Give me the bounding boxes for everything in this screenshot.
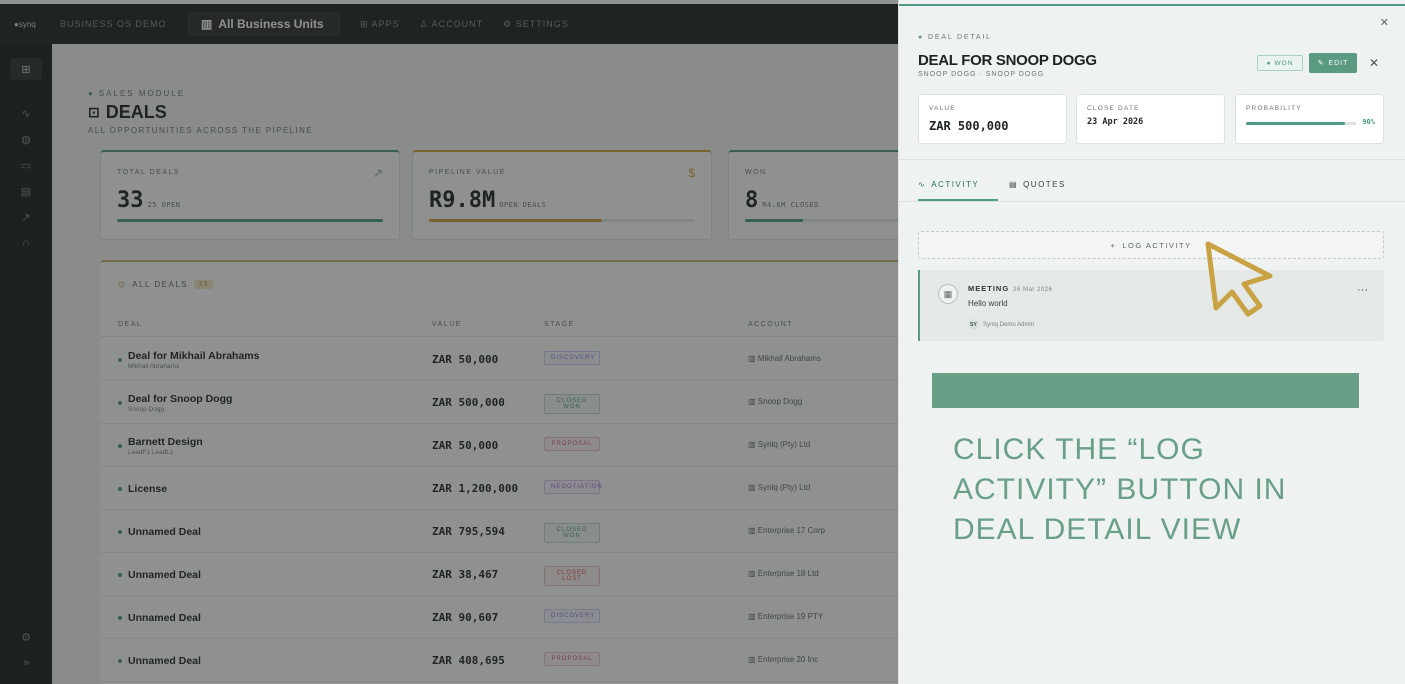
probability-value: 90% (1362, 118, 1375, 126)
probability-fill (1246, 122, 1345, 125)
activity-text: Hello world (968, 299, 1008, 308)
deal-detail-drawer: ✕ DEAL DETAIL DEAL FOR SNOOP DOGG SNOOP … (898, 0, 1405, 684)
calendar-icon: ▦ (938, 284, 958, 304)
instruction-banner (932, 373, 1359, 408)
activity-item[interactable]: ▦ MEETING 26 Mar 2026 Hello world SY Synlq… (918, 270, 1384, 341)
value-label: VALUE (929, 105, 956, 112)
drawer-subtitle: SNOOP DOGG · SNOOP DOGG (918, 71, 1045, 78)
status-badge: ● WON (1257, 55, 1303, 71)
close-icon[interactable]: ✕ (1380, 16, 1389, 29)
drawer-title: DEAL FOR SNOOP DOGG (918, 52, 1097, 69)
document-icon: ▤ (1009, 180, 1019, 189)
close-drawer-icon[interactable]: ✕ (1369, 56, 1379, 70)
plus-icon: + (1110, 240, 1117, 250)
divider (899, 201, 1405, 202)
modal-overlay[interactable] (0, 0, 900, 684)
pointer-cursor-icon (1205, 241, 1273, 317)
drawer-kicker: DEAL DETAIL (918, 34, 992, 41)
edit-button[interactable]: ✎ EDIT (1309, 53, 1357, 73)
value-card: VALUE ZAR 500,000 (918, 94, 1067, 144)
probability-label: PROBABILITY (1246, 105, 1302, 112)
instruction-text: CLICK THE “LOG ACTIVITY” BUTTON IN DEAL … (953, 433, 1287, 546)
status-dot-icon: ● (1266, 59, 1272, 67)
more-icon[interactable]: ··· (1357, 284, 1368, 296)
close-date: 23 Apr 2026 (1087, 117, 1144, 127)
close-date-label: CLOSE DATE (1087, 105, 1140, 112)
tab-activity[interactable]: ∿ ACTIVITY (918, 180, 979, 189)
pencil-icon: ✎ (1317, 60, 1325, 67)
close-date-card: CLOSE DATE 23 Apr 2026 (1076, 94, 1225, 144)
probability-bar (1246, 122, 1356, 125)
activity-type: MEETING 26 Mar 2026 (968, 284, 1053, 293)
drawer-accent-line (899, 4, 1405, 6)
activity-icon: ∿ (918, 180, 927, 189)
deal-value: ZAR 500,000 (929, 119, 1009, 133)
probability-card: PROBABILITY 90% (1235, 94, 1384, 144)
activity-date: 26 Mar 2026 (1013, 287, 1053, 293)
divider (899, 159, 1405, 160)
activity-user: SY Synlq Demo Admin (968, 319, 1034, 330)
log-activity-button[interactable]: + LOG ACTIVITY (918, 231, 1384, 259)
avatar: SY (968, 319, 979, 330)
tab-quotes[interactable]: ▤ QUOTES (1009, 180, 1066, 189)
